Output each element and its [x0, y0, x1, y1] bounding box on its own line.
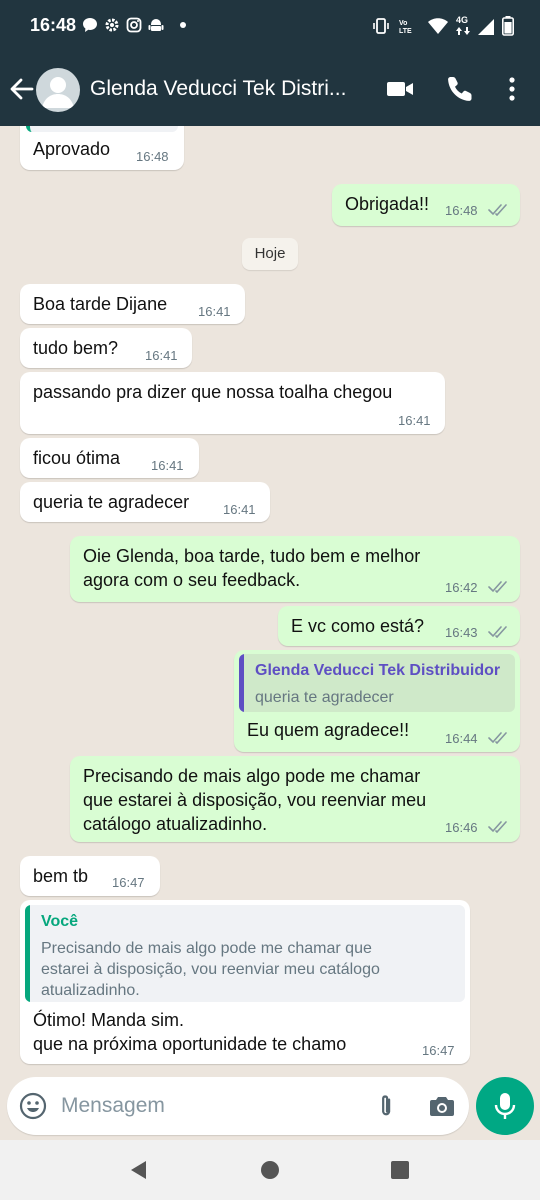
system-navigation-bar — [0, 1140, 540, 1200]
message-time: 16:41 — [145, 348, 178, 363]
message-text: Aprovado — [33, 139, 111, 159]
message-bubble-incoming[interactable]: ficou ótima 16:41 — [20, 438, 199, 478]
video-call-icon[interactable] — [385, 74, 415, 104]
message-text-line: Precisando de mais algo pode me chamar — [83, 766, 421, 786]
message-time: 16:43 — [445, 625, 478, 640]
message-input[interactable]: Mensagem — [61, 1094, 165, 1118]
message-text-line: Ótimo! Manda sim. — [33, 1010, 185, 1030]
message-time: 16:48 — [136, 149, 169, 164]
wifi-icon — [428, 18, 448, 34]
android-notification-icon — [148, 19, 164, 31]
message-bubble-incoming[interactable]: passando pra dizer que nossa toalha cheg… — [20, 372, 445, 434]
camera-icon[interactable] — [428, 1092, 456, 1120]
quote-accent-bar — [239, 654, 244, 712]
message-bubble-outgoing[interactable]: Precisando de mais algo pode me chamar q… — [70, 756, 520, 842]
nav-back-icon[interactable] — [128, 1159, 150, 1181]
status-notification-icons — [82, 17, 186, 33]
message-time: 16:44 — [445, 731, 478, 746]
message-bubble-outgoing[interactable]: Obrigada!! 16:48 — [332, 184, 520, 226]
quoted-sender-name: Você — [41, 913, 79, 930]
nav-home-icon[interactable] — [259, 1159, 281, 1181]
message-time: 16:47 — [112, 875, 145, 890]
status-time: 16:48 — [30, 15, 77, 35]
message-list[interactable]: Aprovado 16:48 Obrigada!! 16:48 Hoje Boa… — [0, 126, 540, 1076]
message-bubble-incoming[interactable]: bem tb 16:47 — [20, 856, 160, 896]
date-separator: Hoje — [242, 238, 298, 270]
attach-icon[interactable] — [373, 1092, 401, 1120]
message-text: ficou ótima — [33, 448, 121, 468]
message-composer[interactable]: Mensagem — [7, 1077, 469, 1135]
message-text-line: Oie Glenda, boa tarde, tudo bem e melhor — [83, 546, 421, 566]
avatar-placeholder-icon — [42, 77, 74, 108]
quoted-text: queria te agradecer — [255, 689, 394, 706]
phone-icon[interactable] — [445, 74, 475, 104]
message-text: passando pra dizer que nossa toalha cheg… — [33, 382, 393, 402]
battery-icon — [502, 16, 514, 36]
read-receipt-icon — [488, 204, 507, 216]
message-text-line: que estarei à disposição, vou reenviar m… — [83, 790, 427, 810]
message-text-line: agora com o seu feedback. — [83, 570, 301, 590]
message-bubble-incoming[interactable]: queria te agradecer 16:41 — [20, 482, 270, 522]
message-text: E vc como está? — [291, 616, 425, 636]
read-receipt-icon — [488, 581, 507, 593]
message-bubble-incoming-reply[interactable]: Você Precisando de mais algo pode me cha… — [20, 900, 470, 1064]
status-system-icons: Vo LTE 4G — [372, 15, 514, 36]
chat-notification-icon — [83, 18, 97, 32]
message-bubble-incoming[interactable]: Boa tarde Dijane 16:41 — [20, 284, 245, 324]
vibrate-icon — [373, 18, 389, 34]
chat-header: Glenda Veducci Tek Distri... — [0, 52, 540, 126]
message-text-line: que na próxima oportunidade te chamo — [33, 1034, 347, 1054]
quoted-text-line: estarei à disposição, vou reenviar meu c… — [41, 961, 380, 978]
quoted-sender-name: Glenda Veducci Tek Distribuidor — [255, 662, 501, 679]
svg-text:LTE: LTE — [399, 28, 412, 35]
read-receipt-icon — [488, 626, 507, 638]
message-time: 16:42 — [445, 580, 478, 595]
more-notifications-dot — [180, 22, 186, 28]
quoted-text-line: Precisando de mais algo pode me chamar q… — [41, 940, 372, 957]
read-receipt-icon — [488, 732, 507, 744]
message-bubble-incoming[interactable]: Aprovado 16:48 — [20, 126, 184, 170]
network-type-label: 4G — [456, 15, 469, 25]
data-arrows-icon — [456, 27, 470, 35]
back-arrow-icon[interactable] — [8, 74, 34, 104]
message-bubble-outgoing[interactable]: Oie Glenda, boa tarde, tudo bem e melhor… — [70, 536, 520, 602]
nav-recents-icon[interactable] — [389, 1159, 411, 1181]
more-vert-icon[interactable] — [497, 74, 527, 104]
settings-notification-icon — [105, 18, 119, 32]
mic-icon — [494, 1093, 516, 1119]
quoted-text-line: atualizadinho. — [41, 982, 140, 999]
quote-accent-bar — [25, 905, 30, 1002]
message-bubble-outgoing-reply[interactable]: Glenda Veducci Tek Distribuidor queria t… — [234, 650, 520, 752]
message-text-line: catálogo atualizadinho. — [83, 814, 268, 834]
cropped-reply-preview — [26, 126, 178, 132]
volte-icon: VoLTE — [399, 20, 412, 35]
message-text: Eu quem agradece!! — [247, 720, 410, 740]
quoted-message[interactable]: Você Precisando de mais algo pode me cha… — [25, 905, 465, 1002]
status-bar: 16:48 Vo LTE 4G — [0, 0, 540, 52]
message-bubble-outgoing[interactable]: E vc como está? 16:43 — [278, 606, 520, 646]
message-text: Boa tarde Dijane — [33, 294, 168, 314]
message-time: 16:47 — [422, 1043, 455, 1058]
contact-name[interactable]: Glenda Veducci Tek Distri... — [90, 77, 380, 101]
signal-icon — [478, 19, 494, 35]
message-text: bem tb — [33, 866, 89, 886]
message-time: 16:41 — [198, 304, 231, 319]
message-bubble-incoming[interactable]: tudo bem? 16:41 — [20, 328, 192, 368]
message-text: tudo bem? — [33, 338, 119, 358]
instagram-notification-icon — [126, 17, 142, 33]
message-text: Obrigada!! — [345, 194, 430, 214]
emoji-icon[interactable] — [19, 1092, 47, 1120]
voice-record-button[interactable] — [476, 1077, 534, 1135]
message-time: 16:41 — [398, 413, 431, 428]
message-text: queria te agradecer — [33, 492, 190, 512]
quoted-message[interactable]: Glenda Veducci Tek Distribuidor queria t… — [239, 654, 515, 712]
mobile-data-indicator: 4G — [456, 15, 470, 35]
message-time: 16:41 — [223, 502, 256, 517]
message-time: 16:48 — [445, 203, 478, 218]
message-time: 16:46 — [445, 820, 478, 835]
message-time: 16:41 — [151, 458, 184, 473]
contact-avatar[interactable] — [36, 68, 80, 112]
read-receipt-icon — [488, 821, 507, 833]
svg-text:Vo: Vo — [399, 20, 407, 27]
